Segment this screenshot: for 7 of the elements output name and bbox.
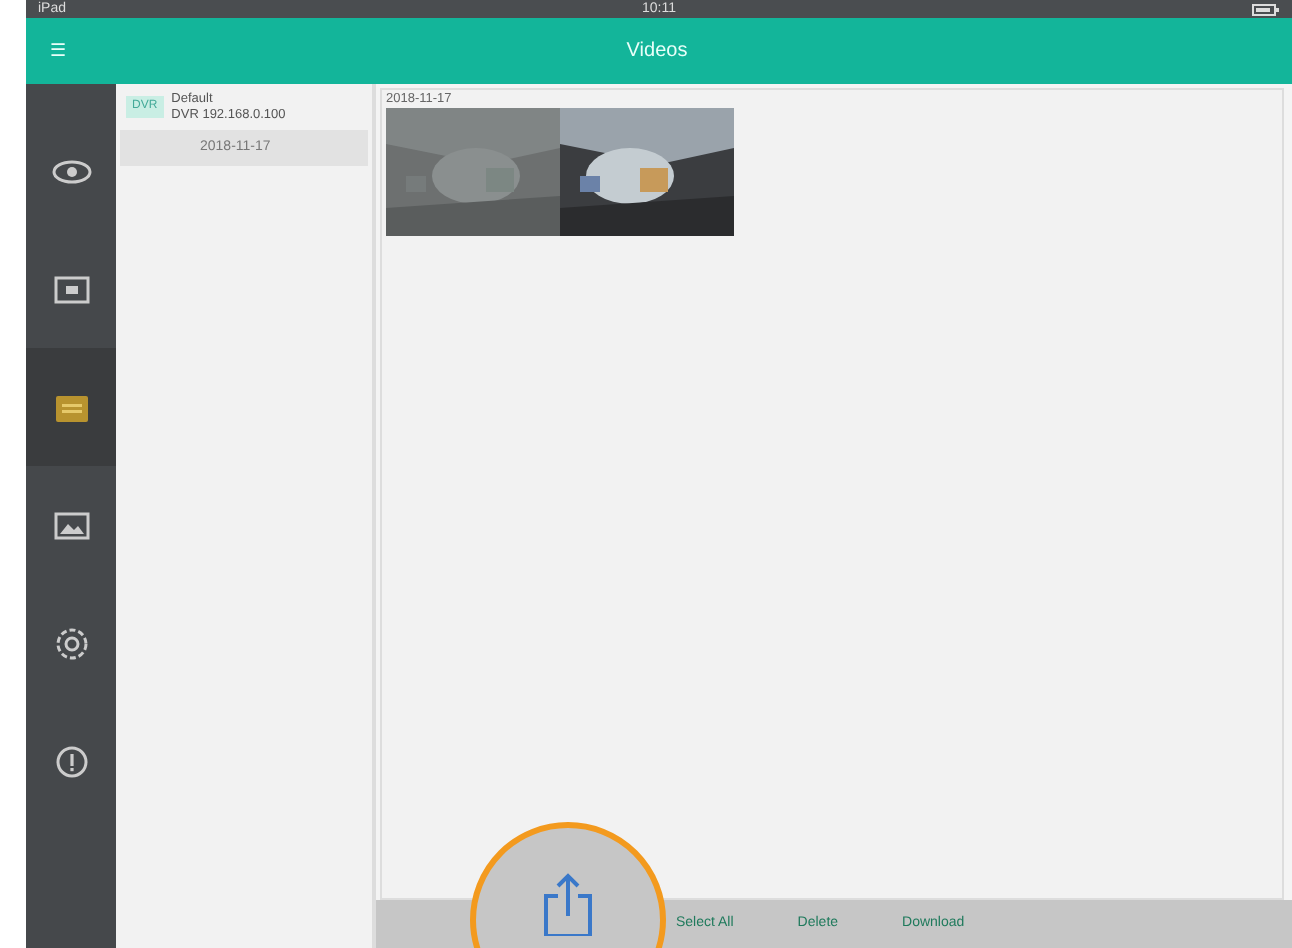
image-icon xyxy=(49,507,93,543)
battery-icon xyxy=(1251,3,1280,15)
screen-icon xyxy=(49,271,93,307)
sidebar-item[interactable] xyxy=(26,348,116,466)
page-title: Videos xyxy=(624,38,690,66)
menu-icon[interactable]: ☰ xyxy=(50,37,66,65)
share-icon[interactable] xyxy=(542,872,594,936)
